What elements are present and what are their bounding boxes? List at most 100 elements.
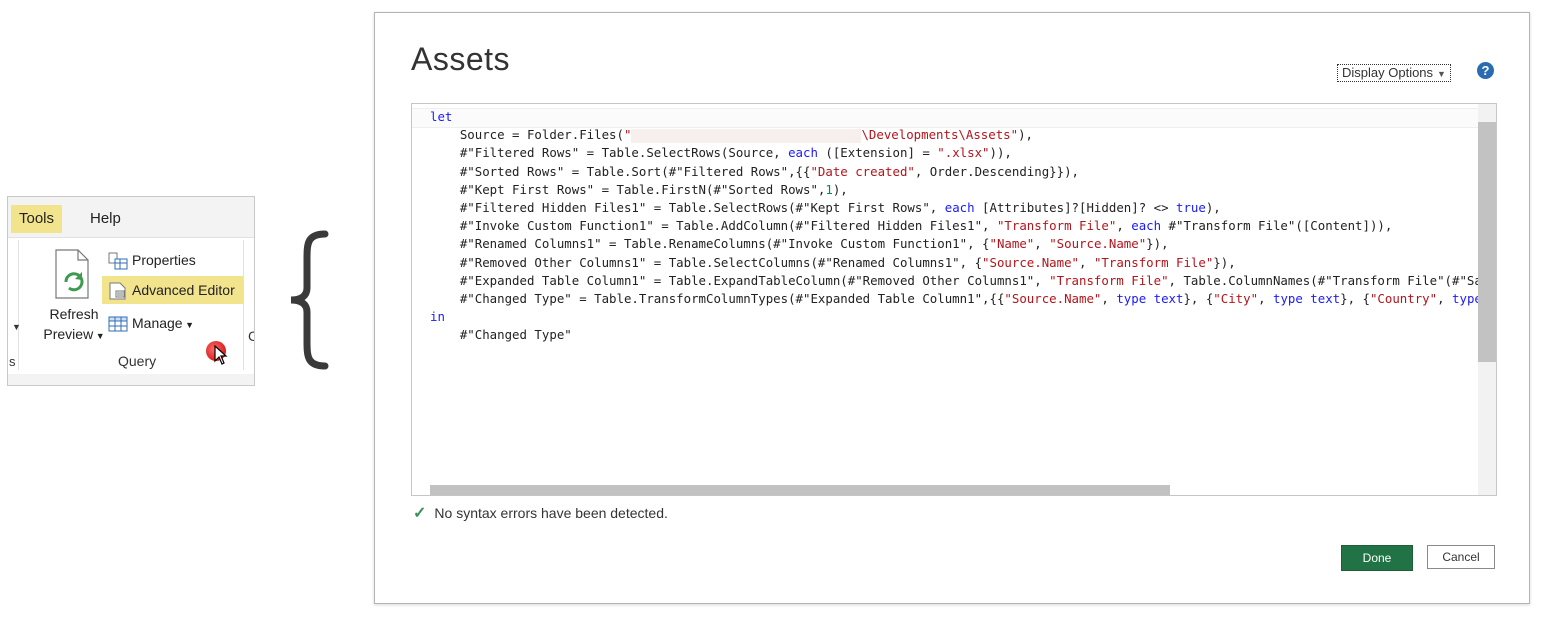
- code-token: "Country": [1369, 291, 1438, 307]
- syntax-status: ✓ No syntax errors have been detected.: [413, 503, 668, 523]
- preview-label: Preview: [43, 326, 94, 342]
- code-line[interactable]: #"Invoke Custom Function1" = Table.AddCo…: [430, 217, 1489, 235]
- code-token: }),: [1213, 254, 1236, 270]
- properties-icon: [108, 251, 128, 279]
- code-token: let: [430, 109, 453, 124]
- query-group-label: Query: [118, 353, 157, 369]
- code-token: #"Invoke Custom Function1" = Table.AddCo…: [430, 218, 997, 234]
- manage-button[interactable]: Manage ▼: [102, 309, 202, 337]
- code-line[interactable]: #"Removed Other Columns1" = Table.Select…: [430, 254, 1489, 272]
- code-token: 1: [825, 181, 833, 197]
- done-button[interactable]: Done: [1341, 545, 1413, 571]
- code-line[interactable]: #"Renamed Columns1" = Table.RenameColumn…: [430, 235, 1489, 253]
- code-token: "Source.Name": [1049, 236, 1147, 252]
- refresh-label: Refresh: [49, 306, 99, 322]
- code-token: ,: [1034, 236, 1050, 252]
- code-token: ": [623, 127, 632, 143]
- advanced-editor-button[interactable]: Advanced Editor: [102, 276, 243, 304]
- tab-tools[interactable]: Tools: [11, 205, 63, 233]
- code-token: ([Extension] =: [817, 145, 938, 161]
- code-token: "City": [1213, 291, 1259, 307]
- code-token: \Developments\Assets": [861, 127, 1019, 143]
- code-token: #"Filtered Hidden Files1" = Table.Select…: [430, 200, 945, 216]
- ribbon-tab-bar: Tools Help: [8, 197, 254, 237]
- code-token: each: [944, 200, 975, 216]
- code-token: ".xlsx": [937, 145, 990, 161]
- refresh-preview-button[interactable]: Refresh Preview ▼: [38, 304, 110, 346]
- manage-label: Manage: [132, 315, 183, 331]
- code-token: ,: [1437, 291, 1453, 307]
- code-line[interactable]: #"Filtered Hidden Files1" = Table.Select…: [430, 199, 1489, 217]
- cancel-button[interactable]: Cancel: [1427, 545, 1495, 569]
- code-token: #"Kept First Rows" = Table.FirstN(#"Sort…: [430, 181, 826, 197]
- code-line[interactable]: in: [430, 308, 1489, 326]
- code-token: true: [1176, 200, 1206, 216]
- table-icon: [108, 314, 128, 342]
- code-token: type text: [1272, 291, 1341, 307]
- group-divider: [243, 240, 244, 370]
- advanced-editor-icon: [108, 281, 128, 309]
- code-token: #"Transform File"([Content])),: [1161, 218, 1393, 234]
- code-token: each: [1131, 218, 1162, 234]
- display-options-dropdown[interactable]: Display Options ▼: [1337, 64, 1451, 82]
- code-token: ),: [832, 181, 848, 197]
- code-token: "Date created": [810, 163, 915, 179]
- group-divider: [18, 240, 19, 370]
- ribbon-excerpt: Tools Help ▼ Refresh Preview ▼ Propertie…: [7, 196, 255, 386]
- help-icon[interactable]: ?: [1477, 62, 1494, 79]
- code-token: ,: [1079, 254, 1094, 270]
- ribbon-body: ▼ Refresh Preview ▼ Properties Advanced …: [8, 237, 254, 374]
- code-line[interactable]: #"Kept First Rows" = Table.FirstN(#"Sort…: [430, 181, 1489, 199]
- refresh-preview-icon[interactable]: [52, 248, 92, 305]
- code-token: #"Removed Other Columns1" = Table.Select…: [430, 254, 983, 270]
- code-token: #"Changed Type" = Table.TransformColumnT…: [430, 291, 1005, 307]
- prev-group-fragment: s: [9, 354, 16, 369]
- advanced-editor-label: Advanced Editor: [132, 282, 235, 298]
- code-token: type text: [1116, 291, 1184, 307]
- code-token: "Source.Name": [1004, 291, 1102, 307]
- code-token: #"Expanded Table Column1" = Table.Expand…: [430, 272, 1050, 288]
- code-token: , Table.ColumnNames(#"Transform File"(#"…: [1168, 272, 1490, 288]
- code-token: Source = Folder.Files(: [430, 127, 624, 143]
- vertical-scrollbar[interactable]: [1478, 104, 1496, 495]
- code-line[interactable]: Source = Folder.Files(" \Developments\Ass…: [430, 126, 1489, 144]
- code-token: )),: [989, 145, 1012, 161]
- display-options-label: Display Options: [1342, 65, 1434, 80]
- code-token: #"Filtered Rows" = Table.SelectRows(Sour…: [430, 145, 789, 161]
- next-group-fragment: C: [248, 328, 254, 344]
- code-token: ),: [1018, 127, 1034, 143]
- properties-button[interactable]: Properties: [102, 246, 204, 274]
- dialog-title: Assets: [411, 41, 511, 77]
- code-token: ,: [1116, 218, 1132, 234]
- code-line[interactable]: let: [430, 108, 1489, 126]
- advanced-editor-dialog: Assets Display Options ▼ ? let Source = F…: [374, 12, 1530, 604]
- code-line[interactable]: #"Expanded Table Column1" = Table.Expand…: [430, 272, 1489, 290]
- properties-label: Properties: [132, 252, 196, 268]
- code-token: [Attributes]?[Hidden]? <>: [974, 200, 1176, 216]
- code-token: #"Changed Type": [430, 327, 572, 343]
- code-line[interactable]: #"Filtered Rows" = Table.SelectRows(Sour…: [430, 144, 1489, 162]
- syntax-status-text: No syntax errors have been detected.: [434, 505, 668, 521]
- code-editor[interactable]: let Source = Folder.Files(" \Developments…: [411, 103, 1497, 496]
- code-token: }),: [1146, 236, 1169, 252]
- code-token: "Transform File": [1049, 272, 1169, 288]
- code-line[interactable]: #"Sorted Rows" = Table.Sort(#"Filtered R…: [430, 163, 1489, 181]
- code-token: , Order.Descending}}),: [914, 163, 1080, 179]
- code-text[interactable]: let Source = Folder.Files(" \Developments…: [430, 108, 1489, 345]
- code-token: }, {: [1340, 291, 1370, 307]
- mouse-pointer-icon: [214, 344, 228, 370]
- code-token: #"Sorted Rows" = Table.Sort(#"Filtered R…: [430, 163, 811, 179]
- horizontal-scrollbar-thumb[interactable]: [430, 485, 1170, 495]
- chevron-down-icon: ▼: [182, 320, 195, 330]
- code-token: ),: [1205, 200, 1221, 216]
- curly-brace-icon: [285, 230, 335, 375]
- vertical-scrollbar-thumb[interactable]: [1478, 122, 1496, 362]
- tab-help[interactable]: Help: [82, 205, 129, 233]
- code-line[interactable]: #"Changed Type": [430, 326, 1489, 344]
- code-line[interactable]: #"Changed Type" = Table.TransformColumnT…: [430, 290, 1489, 308]
- code-token: "Name": [989, 236, 1035, 252]
- code-token: each: [788, 145, 818, 161]
- dropdown-caret-icon[interactable]: ▼: [12, 322, 21, 332]
- code-token: }, {: [1183, 291, 1214, 307]
- code-token: "Transform File": [1093, 254, 1214, 270]
